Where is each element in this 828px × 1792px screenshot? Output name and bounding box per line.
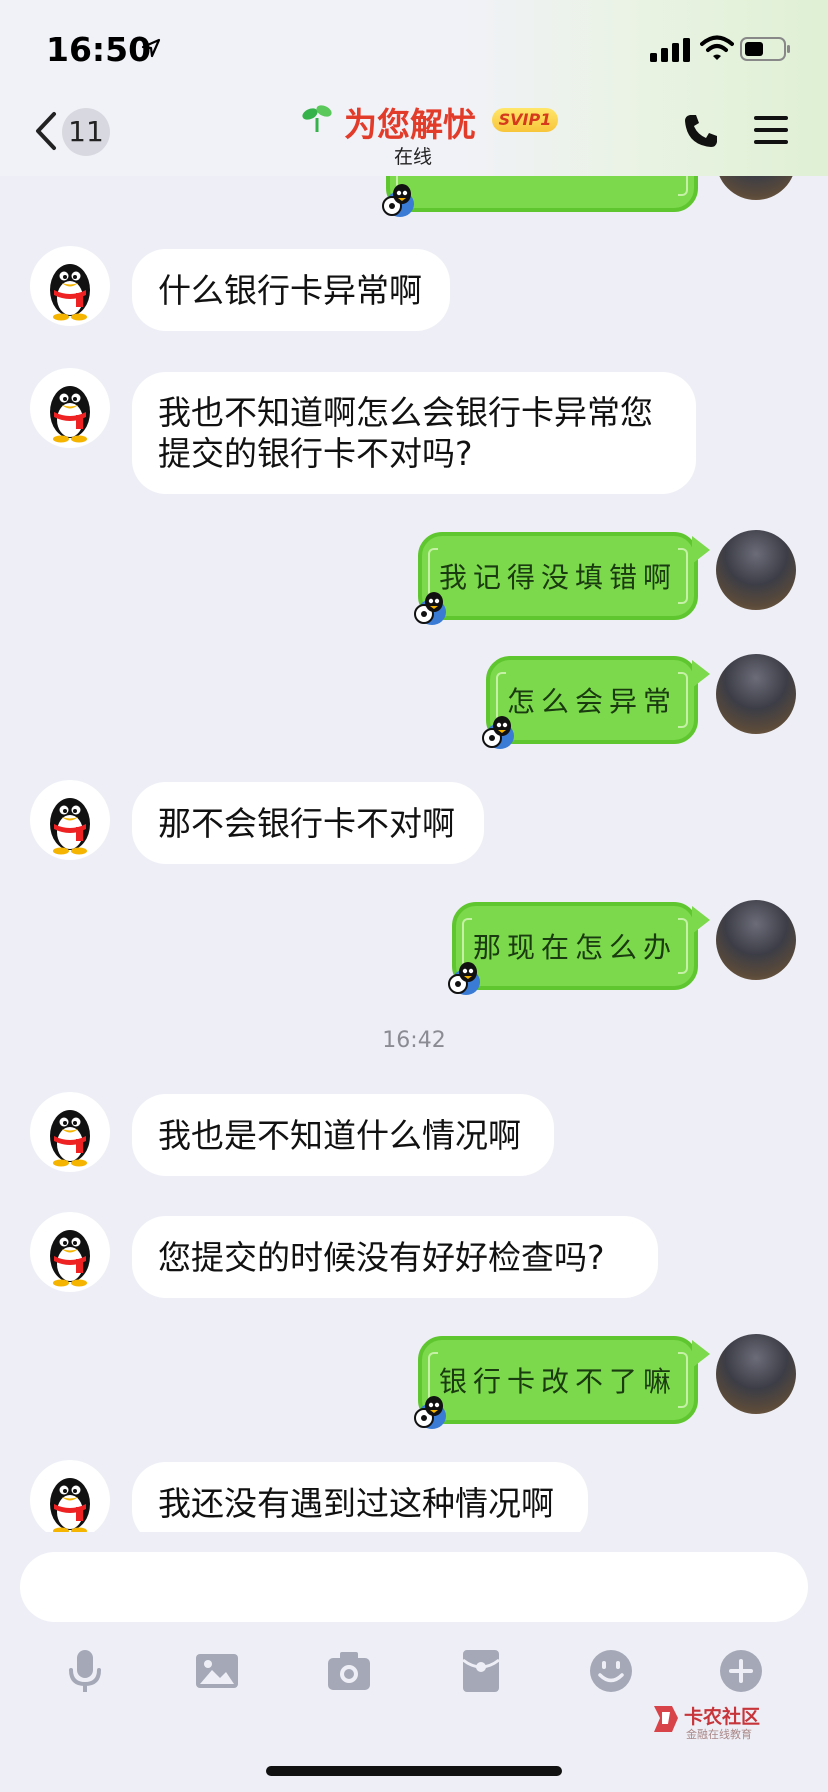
penguin-soccer-sticker-icon xyxy=(382,184,414,217)
header-bar: 16:50 11 为您解忧 SVIP1 在线 xyxy=(0,0,828,176)
chat-bubble-incoming[interactable]: 我也不知道啊怎么会银行卡异常您提交的银行卡不对吗? xyxy=(132,372,696,494)
cellular-signal-icon xyxy=(650,38,690,62)
my-avatar[interactable] xyxy=(716,530,796,610)
online-status: 在线 xyxy=(394,146,433,168)
plus-icon[interactable] xyxy=(718,1648,764,1694)
bubble-tail xyxy=(692,906,710,934)
contact-avatar[interactable] xyxy=(30,1212,110,1292)
my-avatar[interactable] xyxy=(716,1334,796,1414)
red-packet-icon[interactable] xyxy=(458,1648,504,1694)
sprout-icon xyxy=(302,105,332,132)
image-icon[interactable] xyxy=(194,1648,240,1694)
chat-bubble-outgoing[interactable]: 那现在怎么办 xyxy=(452,902,698,990)
svip-badge: SVIP1 xyxy=(492,108,558,132)
watermark-name: 卡农社区 xyxy=(684,1706,761,1728)
chat-bubble-incoming[interactable]: 您提交的时候没有好好检查吗? xyxy=(132,1216,658,1298)
penguin-soccer-sticker-icon xyxy=(448,962,480,995)
wifi-icon xyxy=(700,35,734,60)
location-arrow-icon xyxy=(141,38,161,58)
my-avatar[interactable] xyxy=(716,900,796,980)
unread-count-badge[interactable]: 11 xyxy=(62,108,110,156)
chat-bubble-incoming[interactable]: 我还没有遇到过这种情况啊 xyxy=(132,1462,588,1532)
watermark-sub: 金融在线教育 xyxy=(686,1728,752,1741)
qq-penguin-icon xyxy=(50,264,90,321)
bubble-tail xyxy=(692,1340,710,1368)
home-indicator[interactable] xyxy=(266,1766,562,1776)
chat-bubble-outgoing[interactable]: 我记得没填错啊 xyxy=(418,532,698,620)
camera-icon[interactable] xyxy=(326,1648,372,1694)
contact-avatar[interactable] xyxy=(30,780,110,860)
qq-penguin-icon xyxy=(50,386,90,443)
chat-bubble-incoming[interactable]: 我也是不知道什么情况啊 xyxy=(132,1094,554,1176)
bubble-tail xyxy=(692,660,710,688)
contact-avatar[interactable] xyxy=(30,1460,110,1532)
message-input[interactable] xyxy=(20,1552,808,1622)
contact-avatar[interactable] xyxy=(30,368,110,448)
penguin-soccer-sticker-icon xyxy=(414,592,446,625)
status-time: 16:50 xyxy=(46,30,152,69)
chat-bubble-incoming[interactable]: 什么银行卡异常啊 xyxy=(132,249,450,331)
chat-timestamp: 16:42 xyxy=(382,1028,446,1053)
battery-icon xyxy=(740,37,790,61)
qq-penguin-icon xyxy=(50,1110,90,1167)
microphone-icon[interactable] xyxy=(62,1648,108,1694)
chat-bubble-incoming[interactable]: 那不会银行卡不对啊 xyxy=(132,782,484,864)
penguin-soccer-sticker-icon xyxy=(482,716,514,749)
my-avatar[interactable] xyxy=(716,654,796,734)
chat-area[interactable]: 什么银行卡异常啊 我也不知道啊怎么会银行卡异常您提交的银行卡不对吗? 我记得没填… xyxy=(0,0,828,1532)
chat-title[interactable]: 为您解忧 xyxy=(344,98,476,146)
bubble-tail xyxy=(692,536,710,564)
menu-hamburger-icon[interactable] xyxy=(752,113,790,147)
emoji-icon[interactable] xyxy=(588,1648,634,1694)
qq-penguin-icon xyxy=(50,1478,90,1532)
back-chevron-icon[interactable] xyxy=(30,108,64,154)
qq-penguin-icon xyxy=(50,1230,90,1287)
qq-penguin-icon xyxy=(50,798,90,855)
chat-bubble-outgoing[interactable]: 银行卡改不了嘛 xyxy=(418,1336,698,1424)
contact-avatar[interactable] xyxy=(30,246,110,326)
contact-avatar[interactable] xyxy=(30,1092,110,1172)
penguin-soccer-sticker-icon xyxy=(414,1396,446,1429)
phone-call-icon[interactable] xyxy=(682,112,720,150)
